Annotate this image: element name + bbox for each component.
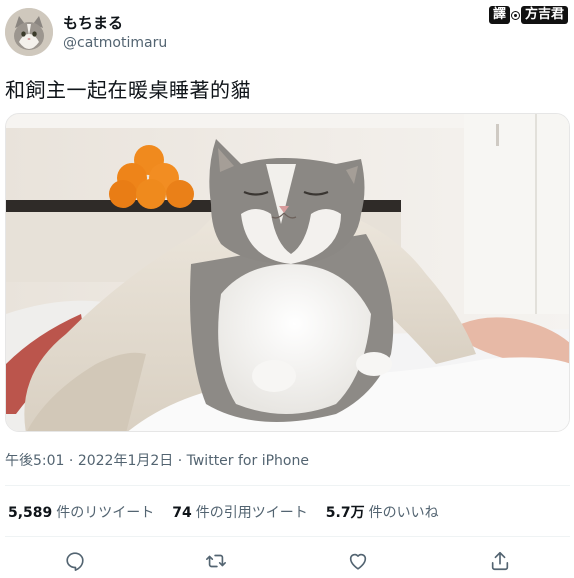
credit-name: 方吉君 [520,6,568,24]
reply-icon [66,552,84,571]
translator-credit: 譯 方吉君 [488,6,568,24]
like-icon [349,553,367,570]
credit-dot [511,11,519,19]
tweet-header: もちまる @catmotimaru 譯 方吉君 [0,0,574,62]
share-button[interactable] [487,548,513,574]
tweet-text: 和飼主一起在暖桌睡著的貓 [5,78,251,102]
retweet-stat[interactable]: 5,589 件のリツイート [8,502,154,522]
tweet-time[interactable]: 午後5:01 [5,453,64,469]
user-handle[interactable]: @catmotimaru [63,35,167,51]
share-icon [491,551,509,571]
like-count: 5.7万 [325,505,365,521]
like-button[interactable] [345,548,371,574]
quote-stat[interactable]: 74 件の引用ツイート [172,502,307,522]
retweet-button[interactable] [203,548,229,574]
display-name[interactable]: もちまる [63,12,123,33]
quote-label: 件の引用ツイート [195,505,308,521]
retweet-icon [206,554,226,568]
quote-count: 74 [172,505,192,521]
tweet-meta: 午後5:01 · 2022年1月2日 · Twitter for iPhone [5,450,309,470]
divider [5,485,570,486]
avatar[interactable] [5,8,53,56]
tweet-source[interactable]: Twitter for iPhone [187,453,309,469]
credit-prefix: 譯 [488,6,510,24]
tweet-stats: 5,589 件のリツイート 74 件の引用ツイート 5.7万 件のいいね [8,502,439,522]
tweet-date[interactable]: 2022年1月2日 [78,453,173,469]
meta-separator: · [173,453,187,469]
tweet-actions [0,548,574,576]
retweet-label: 件のリツイート [56,505,155,521]
like-label: 件のいいね [368,505,439,521]
like-stat[interactable]: 5.7万 件のいいね [326,502,439,522]
meta-separator: · [64,453,78,469]
tweet-photo[interactable] [5,113,570,432]
divider [5,536,570,537]
reply-button[interactable] [62,548,88,574]
retweet-count: 5,589 [8,505,53,521]
